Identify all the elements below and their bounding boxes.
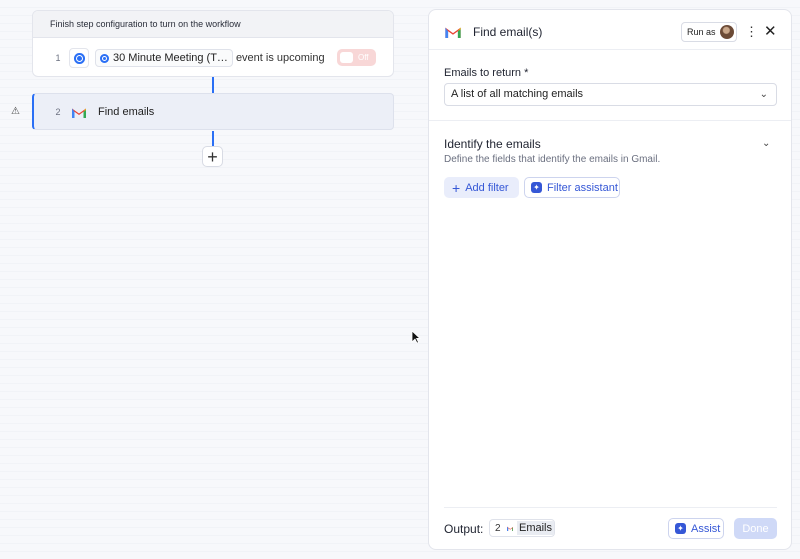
step-1-row[interactable]: 1 30 Minute Meeting (T… event is upcomin…: [47, 39, 325, 77]
step-number: 2: [55, 107, 61, 117]
section-divider: [429, 120, 791, 121]
chevron-down-icon[interactable]: ⌄: [762, 138, 770, 149]
event-type-chip[interactable]: 30 Minute Meeting (T…: [95, 49, 233, 67]
more-options-icon[interactable]: ⋮: [745, 24, 758, 40]
footer-divider: [444, 507, 777, 508]
config-banner: Finish step configuration to turn on the…: [33, 11, 393, 38]
event-type-label: 30 Minute Meeting (T…: [113, 52, 228, 64]
plus-icon: +: [207, 146, 218, 167]
run-as-button[interactable]: Run as: [681, 22, 737, 42]
step-number: 1: [55, 53, 61, 63]
chevron-down-icon: ⌄: [759, 89, 768, 100]
emails-to-return-select[interactable]: A list of all matching emails ⌄: [444, 83, 777, 106]
close-icon[interactable]: ✕: [764, 22, 777, 40]
add-step-button[interactable]: +: [202, 146, 223, 167]
gmail-icon: [69, 102, 89, 122]
step-config-panel: Find email(s) Run as ⋮ ✕ Emails to retur…: [428, 9, 792, 550]
mouse-cursor-icon: [411, 330, 421, 344]
emails-to-return-label: Emails to return *: [444, 67, 529, 79]
add-filter-label: Add filter: [465, 181, 509, 194]
toggle-label: Off: [358, 53, 369, 62]
step-2-card[interactable]: 2 Find emails: [32, 93, 394, 130]
gmail-icon: [506, 526, 513, 531]
trigger-text: event is upcoming: [235, 52, 325, 64]
step-2-label: Find emails: [98, 106, 155, 118]
panel-header: Find email(s) Run as ⋮ ✕: [429, 10, 791, 50]
done-button[interactable]: Done: [734, 518, 777, 539]
gmail-icon: [445, 27, 461, 38]
sparkle-icon: ✦: [675, 523, 686, 534]
plus-icon: +: [452, 179, 461, 196]
assist-label: Assist: [691, 522, 721, 535]
output-step-number: 2: [495, 522, 501, 534]
toggle-knob: [340, 52, 353, 63]
output-chip[interactable]: 2 Emails: [489, 519, 555, 537]
filter-assistant-label: Filter assistant: [547, 181, 618, 194]
calendar-icon: [100, 53, 109, 63]
calendar-icon: [69, 48, 89, 68]
output-name: Emails: [516, 521, 554, 535]
output-label: Output:: [444, 522, 484, 536]
filter-assistant-button[interactable]: ✦ Filter assistant: [524, 177, 620, 198]
step-connector: [212, 131, 214, 146]
assist-button[interactable]: ✦ Assist: [668, 518, 724, 539]
sparkle-icon: ✦: [531, 182, 542, 193]
step-connector: [212, 77, 214, 93]
identify-section-title: Identify the emails: [444, 137, 541, 151]
workflow-toggle[interactable]: Off: [337, 49, 376, 66]
warning-icon: ⚠: [11, 106, 20, 117]
select-value: A list of all matching emails: [451, 88, 584, 100]
add-filter-button[interactable]: + Add filter: [444, 177, 519, 198]
step-2-row: 2 Find emails: [47, 93, 154, 131]
avatar: [719, 25, 734, 39]
identify-section-description: Define the fields that identify the emai…: [444, 154, 661, 165]
run-as-label: Run as: [687, 27, 716, 37]
panel-title: Find email(s): [473, 25, 543, 39]
